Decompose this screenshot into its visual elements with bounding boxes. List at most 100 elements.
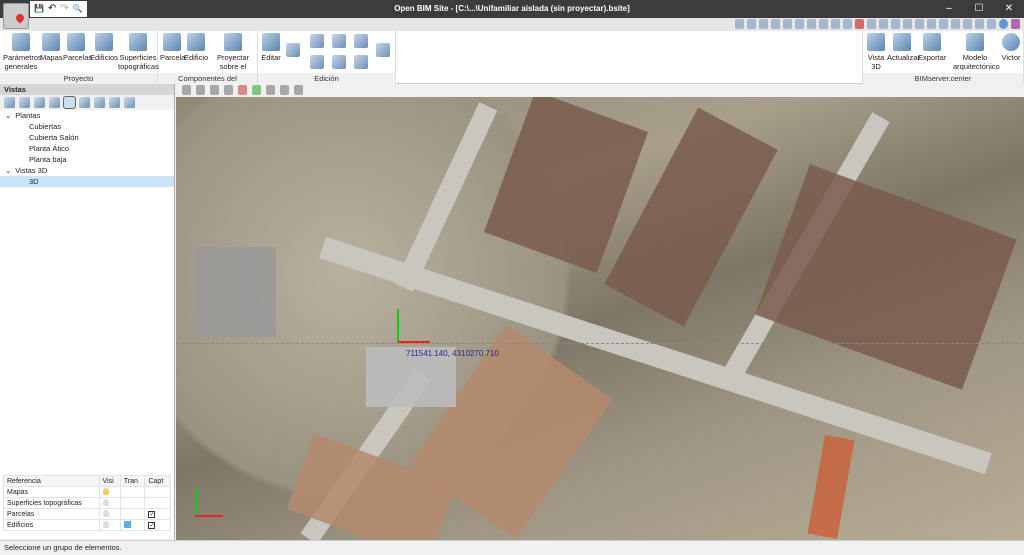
redo-icon[interactable]: ↷: [60, 3, 68, 15]
transparency-cube-icon[interactable]: [123, 520, 131, 528]
user-button[interactable]: Victor: [999, 33, 1023, 62]
building-block: [755, 164, 1017, 390]
button-label: Modelo arquitectónico: [953, 53, 1000, 71]
display-toolbar: [176, 84, 1024, 97]
fit-icon[interactable]: [819, 19, 828, 29]
magnify-icon[interactable]: [783, 19, 792, 29]
save-icon[interactable]: 💾: [34, 3, 44, 15]
view-toolbar: [0, 18, 1024, 31]
tree-label: Vistas 3D: [15, 166, 48, 175]
eye-icon[interactable]: [280, 85, 289, 95]
refresh-icon[interactable]: [771, 19, 780, 29]
edit-view-icon[interactable]: [19, 97, 30, 108]
tree-item[interactable]: Cubiertas: [0, 121, 174, 132]
tree-group-plantas[interactable]: ⌄ Plantas: [0, 110, 174, 121]
axes-icon[interactable]: [182, 85, 191, 95]
capture-checkbox[interactable]: ✓: [148, 521, 156, 529]
modelo-arquitectonico-button[interactable]: Modelo arquitectónico: [953, 33, 1000, 71]
zoom-all-icon[interactable]: [747, 19, 756, 29]
measure-icon[interactable]: [376, 43, 390, 57]
tree-item[interactable]: Cubierta Salón: [0, 132, 174, 143]
button-label: Mapas: [40, 53, 63, 62]
parcela-button[interactable]: Parcela: [160, 33, 185, 62]
layers-icon[interactable]: [266, 85, 275, 95]
move-icon[interactable]: [807, 19, 816, 29]
crop-icon[interactable]: [927, 19, 936, 29]
comment-icon[interactable]: [975, 19, 984, 29]
parametros-generales-button[interactable]: Parámetros generales: [3, 33, 42, 71]
close-button[interactable]: ✕: [994, 0, 1024, 18]
rotate-icon[interactable]: [332, 55, 346, 69]
group-edicion: Editar Edición: [258, 31, 396, 84]
camera-icon[interactable]: [79, 97, 90, 108]
image-icon[interactable]: [903, 19, 912, 29]
bulb-icon[interactable]: [102, 487, 109, 495]
clock-icon[interactable]: [951, 19, 960, 29]
capture-checkbox[interactable]: ✓: [148, 510, 156, 518]
edificios-button[interactable]: Edificios: [90, 33, 118, 62]
chevron-down-icon[interactable]: ⌄: [5, 166, 11, 175]
row-name: Parcelas: [3, 508, 100, 520]
mapas-button[interactable]: Mapas: [40, 33, 63, 62]
tree-item[interactable]: Planta baja: [0, 154, 174, 165]
select-icon[interactable]: [867, 19, 876, 29]
minimize-button[interactable]: –: [934, 0, 964, 18]
zoom-window-icon[interactable]: [759, 19, 768, 29]
tree-group-vistas-3d[interactable]: ⌄ Vistas 3D: [0, 165, 174, 176]
section-icon[interactable]: [238, 85, 247, 95]
magnet-icon[interactable]: [855, 19, 864, 29]
tools-icon[interactable]: [987, 19, 996, 29]
move-node-icon[interactable]: [286, 43, 300, 57]
delete-view-icon[interactable]: [49, 97, 60, 108]
actualizar-button[interactable]: Actualizar: [887, 33, 920, 62]
mirror-copy-icon[interactable]: [354, 55, 368, 69]
bulb-icon[interactable]: [102, 498, 109, 506]
view-visibility-icon[interactable]: [63, 96, 76, 109]
status-bar: Seleccione un grupo de elementos.: [0, 540, 1024, 555]
map-viewport[interactable]: 711541.140, 4310270.710: [176, 97, 1024, 540]
grid-view-icon[interactable]: [879, 19, 888, 29]
building-block: [196, 247, 276, 337]
bulb-icon[interactable]: [102, 520, 109, 528]
tree-item-selected[interactable]: 3D: [0, 176, 174, 187]
grid-icon[interactable]: [843, 19, 852, 29]
copy-view-icon[interactable]: [34, 97, 45, 108]
edificio-button[interactable]: Edificio: [184, 33, 208, 62]
bulb-icon[interactable]: [102, 509, 109, 517]
render-icon[interactable]: [210, 85, 219, 95]
table-icon[interactable]: [915, 19, 924, 29]
snap-icon[interactable]: [891, 19, 900, 29]
parcelas-button[interactable]: Parcelas: [63, 33, 92, 62]
editar-button[interactable]: Editar: [260, 33, 282, 62]
exportar-button[interactable]: Exportar: [918, 33, 946, 62]
pan-icon[interactable]: [795, 19, 804, 29]
layers-icon[interactable]: [831, 19, 840, 29]
copy-icon[interactable]: [310, 34, 324, 48]
globe-icon[interactable]: [999, 19, 1008, 29]
vista-3d-button[interactable]: Vista 3D: [865, 33, 887, 71]
orbit-icon[interactable]: [224, 85, 233, 95]
chevron-down-icon[interactable]: ⌄: [5, 111, 11, 120]
add-view-icon[interactable]: [4, 97, 15, 108]
app-menu-icon[interactable]: [3, 3, 29, 29]
hand-icon[interactable]: [294, 85, 303, 95]
undo-icon[interactable]: ↶: [48, 3, 56, 15]
book-open-icon[interactable]: [124, 97, 135, 108]
texture-icon[interactable]: [252, 85, 261, 95]
maximize-button[interactable]: ☐: [964, 0, 994, 18]
book-icon[interactable]: [109, 97, 120, 108]
document-icon[interactable]: [963, 19, 972, 29]
superficies-button[interactable]: Superficies topográficas: [118, 33, 159, 71]
move-icon[interactable]: [332, 34, 346, 48]
camera-edit-icon[interactable]: [94, 97, 105, 108]
mirror-icon[interactable]: [354, 34, 368, 48]
zoom-icon[interactable]: [735, 19, 744, 29]
origin-x-axis: [195, 515, 223, 517]
erase-icon[interactable]: [310, 55, 324, 69]
tree-item[interactable]: Planta Ático: [0, 143, 174, 154]
angle-icon[interactable]: [939, 19, 948, 29]
cube-icon[interactable]: [196, 85, 205, 95]
plugin-icon[interactable]: [1011, 19, 1020, 29]
project-terrain-icon: [224, 33, 242, 51]
search-icon[interactable]: 🔍: [73, 3, 83, 15]
